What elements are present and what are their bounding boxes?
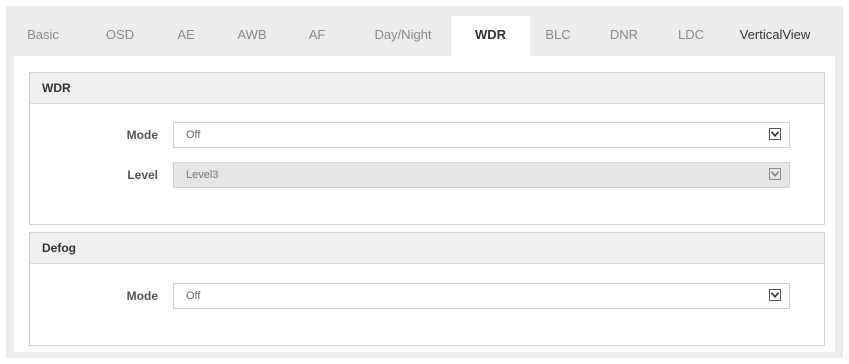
defog-mode-value: Off xyxy=(186,290,201,302)
tab-verticalview[interactable]: VerticalView xyxy=(733,16,817,56)
tab-bar: Basic OSD AE AWB AF Day/Night WDR BLC DN… xyxy=(6,6,843,56)
wdr-level-label: Level xyxy=(127,168,158,182)
tab-basic[interactable]: Basic xyxy=(18,16,68,56)
tab-content: WDR Mode Off Level Level3 Defog Mode Off xyxy=(14,56,835,352)
tab-ldc[interactable]: LDC xyxy=(676,16,706,56)
defog-panel-title: Defog xyxy=(30,233,824,264)
tab-awb[interactable]: AWB xyxy=(234,16,270,56)
wdr-level-value: Level3 xyxy=(186,169,219,181)
chevron-down-icon xyxy=(769,128,781,140)
wdr-mode-label: Mode xyxy=(126,128,158,142)
wdr-panel: WDR Mode Off Level Level3 xyxy=(29,72,825,225)
defog-mode-row: Mode Off xyxy=(30,282,824,310)
defog-panel: Defog Mode Off xyxy=(29,232,825,346)
chevron-down-icon xyxy=(769,168,781,180)
wdr-panel-title: WDR xyxy=(30,73,824,104)
wdr-level-select: Level3 xyxy=(173,162,790,188)
defog-mode-label: Mode xyxy=(126,289,158,303)
defog-mode-select[interactable]: Off xyxy=(173,283,790,309)
wdr-mode-row: Mode Off xyxy=(30,121,824,149)
chevron-down-icon xyxy=(769,289,781,301)
tab-dnr[interactable]: DNR xyxy=(607,16,641,56)
wdr-mode-value: Off xyxy=(186,129,201,141)
tab-wdr[interactable]: WDR xyxy=(451,16,530,56)
tab-af[interactable]: AF xyxy=(305,16,329,56)
tab-day-night[interactable]: Day/Night xyxy=(368,16,438,56)
tab-ae[interactable]: AE xyxy=(173,16,199,56)
tab-blc[interactable]: BLC xyxy=(543,16,573,56)
wdr-mode-select[interactable]: Off xyxy=(173,122,790,148)
settings-frame: Basic OSD AE AWB AF Day/Night WDR BLC DN… xyxy=(6,6,843,358)
tab-osd[interactable]: OSD xyxy=(100,16,140,56)
wdr-level-row: Level Level3 xyxy=(30,161,824,189)
